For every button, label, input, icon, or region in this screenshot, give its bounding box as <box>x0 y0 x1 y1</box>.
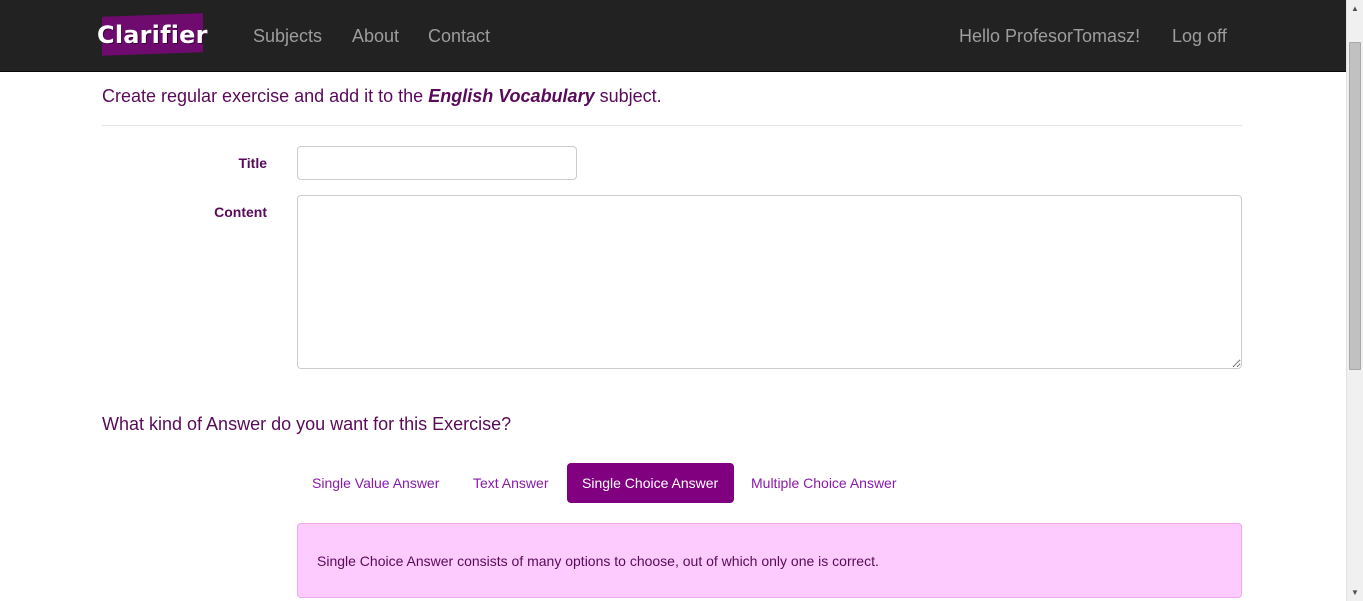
content-textarea[interactable] <box>297 195 1242 369</box>
title-label: Title <box>238 155 267 171</box>
navbar: Clarifier Subjects About Contact Hello P… <box>0 0 1346 72</box>
user-greeting-link[interactable]: Hello ProfesorTomasz! <box>959 25 1140 47</box>
vertical-scrollbar[interactable]: ▲ ▼ <box>1346 0 1363 601</box>
tab-text-answer[interactable]: Text Answer <box>458 463 563 503</box>
heading-divider <box>102 125 1242 126</box>
scroll-down-arrow-icon[interactable]: ▼ <box>1347 584 1363 601</box>
subject-name: English Vocabulary <box>428 86 595 106</box>
scroll-thumb[interactable] <box>1349 42 1361 370</box>
heading-prefix: Create regular exercise and add it to th… <box>102 86 429 106</box>
answer-type-description: Single Choice Answer consists of many op… <box>317 553 879 569</box>
answer-type-description-box: Single Choice Answer consists of many op… <box>297 523 1242 598</box>
title-input[interactable] <box>297 146 577 180</box>
tab-single-value-answer[interactable]: Single Value Answer <box>297 463 454 503</box>
brand-name: Clarifier <box>97 20 208 49</box>
nav-link-subjects[interactable]: Subjects <box>253 25 322 47</box>
tab-multiple-choice-answer[interactable]: Multiple Choice Answer <box>736 463 912 503</box>
nav-link-about[interactable]: About <box>352 25 399 47</box>
content-label: Content <box>214 204 267 220</box>
tab-single-choice-answer[interactable]: Single Choice Answer <box>567 463 734 503</box>
logoff-link[interactable]: Log off <box>1172 25 1227 47</box>
page-heading: Create regular exercise and add it to th… <box>102 85 662 107</box>
nav-link-contact[interactable]: Contact <box>428 25 490 47</box>
brand-logo[interactable]: Clarifier <box>97 13 208 56</box>
heading-suffix: subject. <box>594 86 662 106</box>
answer-type-question: What kind of Answer do you want for this… <box>102 414 512 434</box>
scroll-up-arrow-icon[interactable]: ▲ <box>1347 0 1363 17</box>
